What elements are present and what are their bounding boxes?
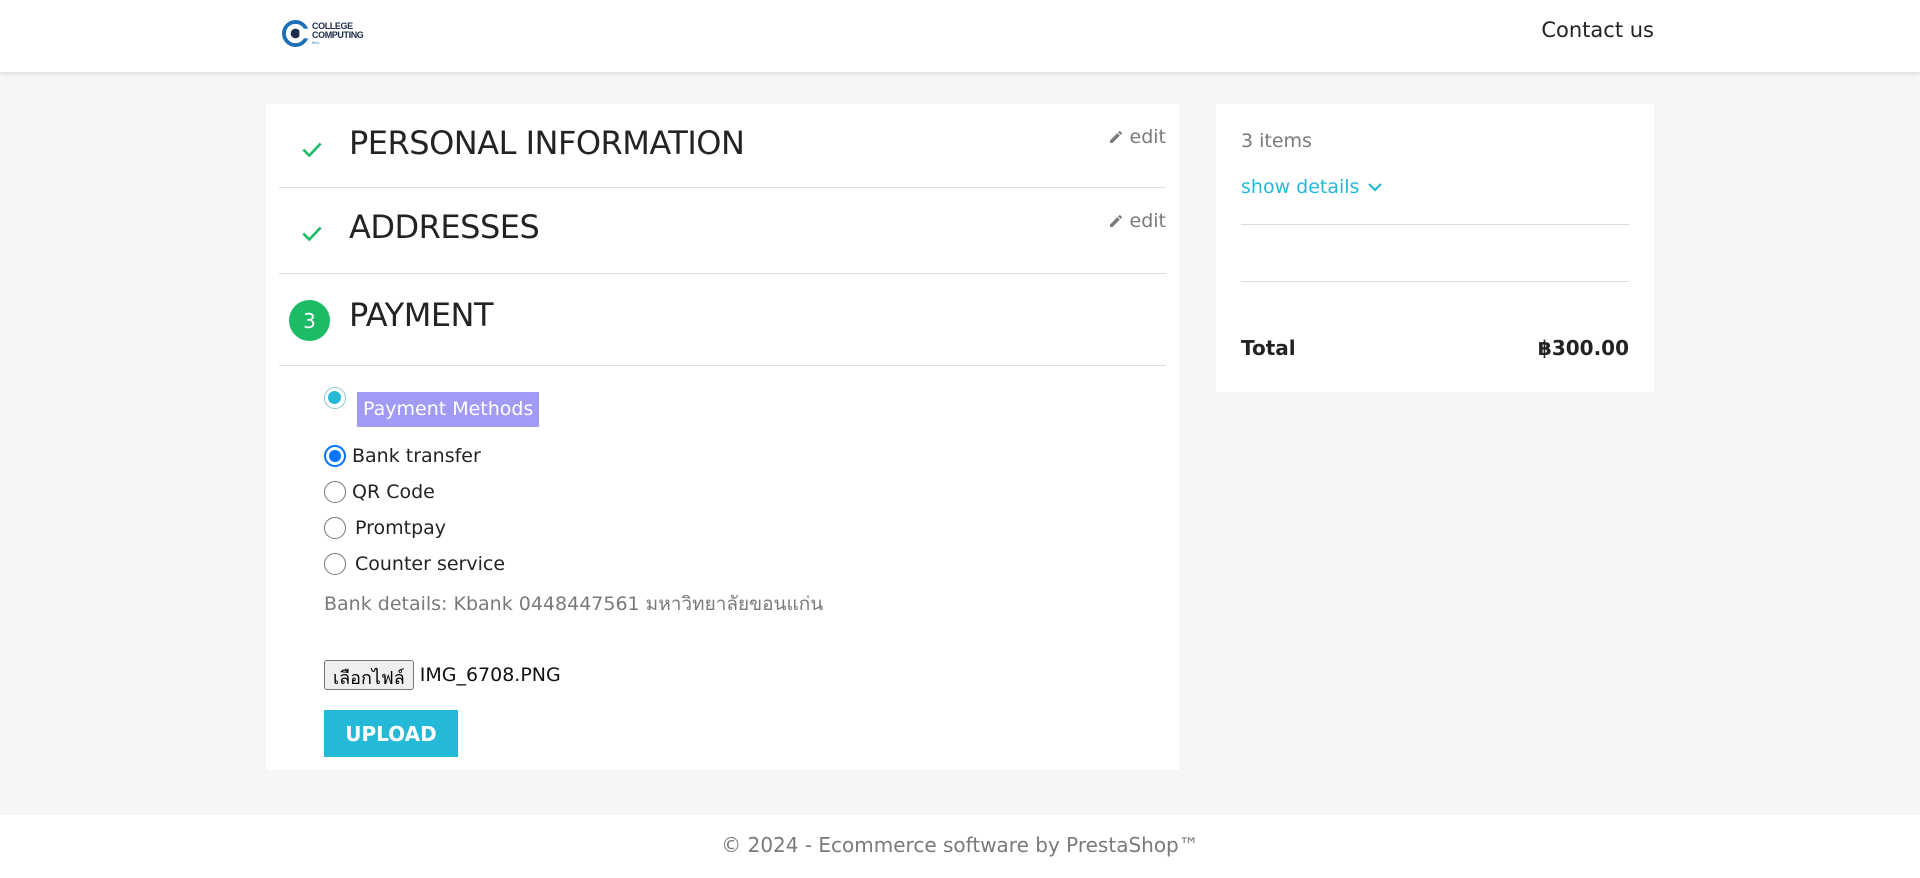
option-label: Counter service (355, 553, 506, 575)
step-title: PERSONAL INFORMATION (349, 124, 745, 162)
site-footer: © 2024 - Ecommerce software by PrestaSho… (0, 815, 1920, 878)
checkout-steps: PERSONAL INFORMATION edit ADDRESSES edit… (266, 104, 1179, 770)
check-icon (302, 226, 322, 242)
payment-option-bank-transfer[interactable]: Bank transfer (324, 445, 481, 467)
payment-methods-label: Payment Methods (357, 392, 540, 427)
edit-personal-information-button[interactable]: edit (1108, 126, 1166, 148)
edit-label: edit (1129, 126, 1166, 148)
pencil-icon (1109, 214, 1122, 227)
qr-code-radio[interactable] (324, 481, 346, 503)
divider (1241, 224, 1629, 225)
edit-addresses-button[interactable]: edit (1108, 210, 1166, 232)
option-label: Promtpay (355, 517, 447, 539)
logo-text-badge: KKU (312, 40, 320, 45)
contact-us-link[interactable]: Contact us (1541, 18, 1654, 42)
payment-methods-option[interactable]: Payment Methods (324, 387, 540, 427)
bank-transfer-radio[interactable] (324, 445, 346, 467)
step-title: ADDRESSES (349, 208, 540, 246)
step-number-badge: 3 (289, 300, 330, 341)
show-details-label: show details (1241, 176, 1360, 198)
logo-mark-icon (282, 20, 309, 47)
site-header: COLLEGE COMPUTING KKU Contact us (0, 0, 1920, 72)
selected-file-name: IMG_6708.PNG (419, 664, 561, 686)
total-value: ฿300.00 (1537, 336, 1629, 360)
option-label: QR Code (352, 481, 435, 503)
divider (1241, 281, 1629, 282)
items-count: 3 items (1241, 130, 1312, 152)
counter-service-radio[interactable] (324, 553, 346, 575)
copyright-link[interactable]: © 2024 - Ecommerce software by PrestaSho… (0, 833, 1920, 857)
pencil-icon (1109, 130, 1122, 143)
step-title: PAYMENT (349, 296, 494, 334)
college-logo[interactable]: COLLEGE COMPUTING KKU (282, 20, 364, 47)
payment-option-qr-code[interactable]: QR Code (324, 481, 435, 503)
edit-label: edit (1129, 210, 1166, 232)
upload-button[interactable]: UPLOAD (324, 710, 458, 757)
step-payment: 3 PAYMENT (279, 274, 1166, 366)
payment-option-promtpay[interactable]: Promtpay (324, 517, 446, 539)
step-addresses[interactable]: ADDRESSES edit (279, 188, 1166, 274)
bank-details-text: Bank details: Kbank 0448447561 มหาวิทยาล… (324, 593, 824, 615)
total-label: Total (1241, 336, 1296, 360)
step-personal-information[interactable]: PERSONAL INFORMATION edit (279, 104, 1166, 188)
chevron-down-icon (1368, 183, 1383, 192)
payment-methods-radio[interactable] (324, 387, 346, 409)
check-icon (302, 142, 322, 158)
promtpay-radio[interactable] (324, 517, 346, 539)
file-input[interactable]: เลือกไฟล์ IMG_6708.PNG (324, 660, 561, 690)
show-details-toggle[interactable]: show details (1241, 176, 1383, 198)
payment-option-counter-service[interactable]: Counter service (324, 553, 505, 575)
choose-file-button[interactable]: เลือกไฟล์ (324, 660, 414, 690)
option-label: Bank transfer (352, 445, 481, 467)
cart-summary: 3 items show details Total ฿300.00 (1216, 104, 1654, 392)
logo-text-line2: COMPUTING (312, 30, 364, 40)
